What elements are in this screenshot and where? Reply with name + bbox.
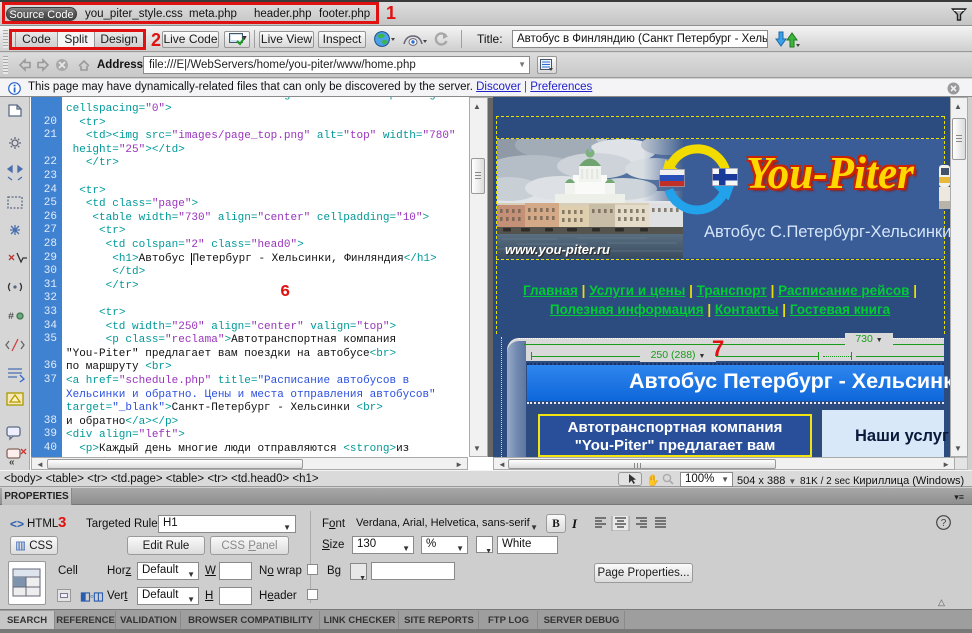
svg-text:#: #	[8, 312, 14, 323]
svg-text:?: ?	[941, 518, 947, 529]
